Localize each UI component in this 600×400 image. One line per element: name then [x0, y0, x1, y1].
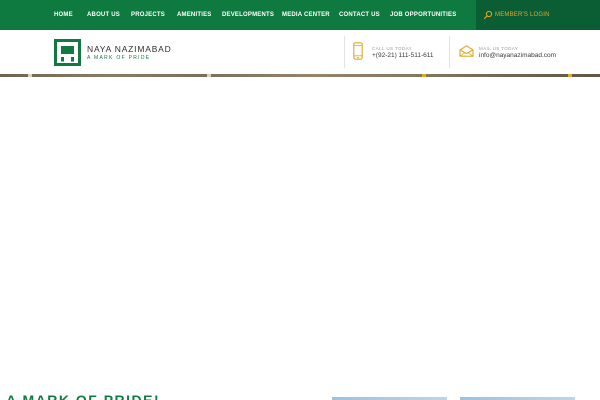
members-login-button[interactable]: MEMBER'S LOGIN: [476, 0, 600, 30]
nav-item-job-opportunities[interactable]: JOB OPPORTUNITIES: [390, 0, 456, 30]
nav-item-about-us[interactable]: ABOUT US: [87, 0, 120, 30]
nav-item-media-center[interactable]: MEDIA CENTER: [282, 0, 330, 30]
slider-edge: [422, 74, 426, 77]
brand-tagline: A MARK OF PRIDE: [87, 55, 151, 61]
divider: [344, 36, 345, 68]
phone-number[interactable]: +(92-21) 111-511-611: [372, 52, 434, 59]
site-header: NAYA NAZIMABAD A MARK OF PRIDE CALL US T…: [0, 30, 600, 74]
section-heading: A MARK OF PRIDE!: [6, 392, 161, 400]
slider-edge: [568, 74, 572, 77]
call-us-label: CALL US TODAY: [372, 46, 413, 51]
logo-icon: [54, 39, 81, 66]
search-icon: [483, 10, 493, 20]
hero-slider: [0, 74, 600, 77]
mail-icon: [459, 45, 474, 57]
nav-item-contact-us[interactable]: CONTACT US: [339, 0, 380, 30]
phone-icon: [353, 42, 363, 60]
nav-item-developments[interactable]: DEVELOPMENTS: [222, 0, 274, 30]
nav-item-home[interactable]: HOME: [54, 0, 73, 30]
slider-edge: [28, 74, 32, 77]
nav-item-amenities[interactable]: AMENITIES: [177, 0, 211, 30]
slider-edge: [207, 74, 211, 77]
divider: [449, 36, 450, 68]
nav-item-projects[interactable]: PROJECTS: [131, 0, 165, 30]
brand-name: NAYA NAZIMABAD: [87, 44, 172, 54]
top-navigation-bar: HOME ABOUT US PROJECTS AMENITIES DEVELOP…: [0, 0, 600, 30]
mail-us-label: MAIL US TODAY: [479, 46, 519, 51]
email-address[interactable]: info@nayanazimabad.com: [479, 52, 556, 59]
members-login-label: MEMBER'S LOGIN: [495, 12, 550, 18]
